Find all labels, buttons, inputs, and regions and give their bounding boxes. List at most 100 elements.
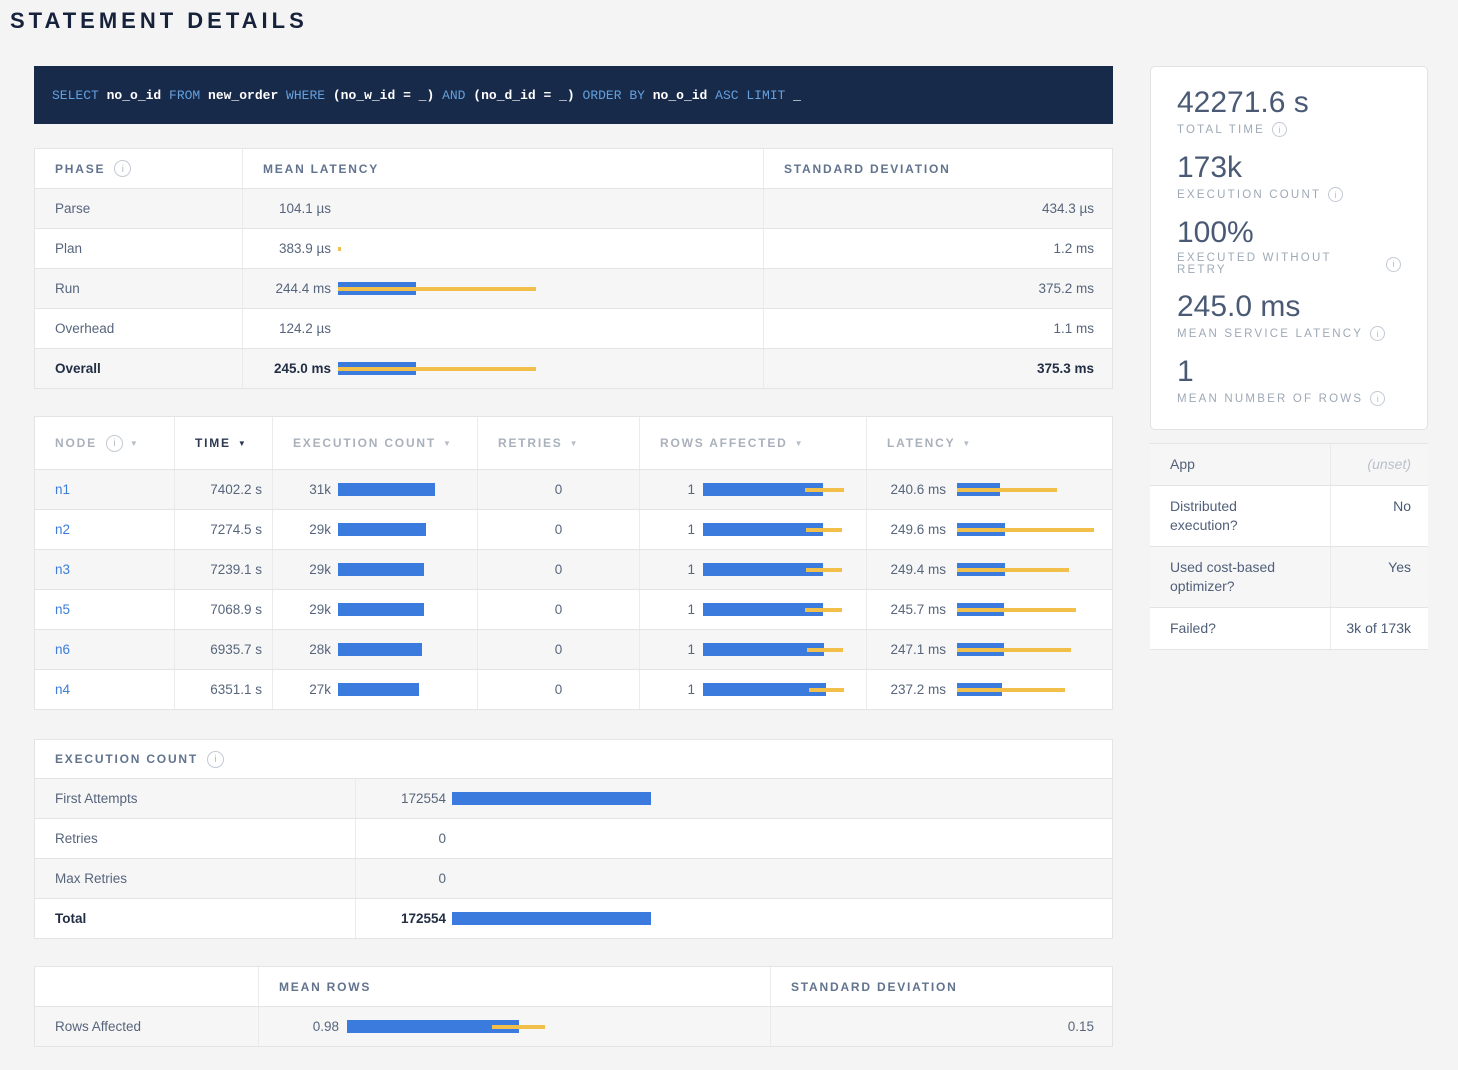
latency-bar-chart	[957, 562, 1097, 578]
phase-label: Overhead	[35, 309, 243, 348]
node-link[interactable]: n5	[55, 602, 70, 617]
rows-affected-column-header[interactable]: ROWS AFFECTED▼	[640, 417, 867, 469]
exec-count-bar-chart	[338, 522, 438, 538]
exec-row-label: Total	[35, 899, 356, 938]
exec-count-bar-chart	[338, 642, 438, 658]
node-rows-affected-value: 1	[640, 522, 695, 537]
node-link[interactable]: n3	[55, 562, 70, 577]
stat-label: EXECUTED WITHOUT RETRY	[1177, 252, 1379, 276]
phase-row-parse: Parse 104.1 µs 434.3 µs	[35, 189, 1112, 229]
phase-label: Overall	[35, 349, 243, 388]
phase-label: Plan	[35, 229, 243, 268]
time-column-header[interactable]: TIME▼	[175, 417, 273, 469]
side-column: 42271.6 s TOTAL TIMEi 173k EXECUTION COU…	[1150, 66, 1428, 1047]
std-dev-value: 1.1 ms	[764, 309, 1114, 348]
node-time-value: 7274.5 s	[175, 510, 273, 549]
node-link[interactable]: n6	[55, 642, 70, 657]
latency-bar-chart	[957, 602, 1097, 618]
exec-row-bar-chart	[452, 831, 652, 847]
mean-latency-column-header: MEAN LATENCY	[243, 149, 764, 188]
node-latency-value: 249.4 ms	[867, 562, 946, 577]
latency-bar-chart	[957, 482, 1097, 498]
node-rows-affected-value: 1	[640, 482, 695, 497]
phase-row-overall: Overall 245.0 ms 375.3 ms	[35, 349, 1112, 389]
rows-std-dev-value: 0.15	[771, 1007, 1114, 1046]
node-link[interactable]: n1	[55, 482, 70, 497]
node-latency-value: 247.1 ms	[867, 642, 946, 657]
node-time-value: 6351.1 s	[175, 670, 273, 709]
stat-value: 42271.6 s	[1177, 85, 1401, 121]
node-exec-count-value: 29k	[273, 522, 331, 537]
detail-row-app: App (unset)	[1150, 444, 1428, 486]
mean-latency-bar-chart	[338, 321, 538, 337]
phase-label: Parse	[35, 189, 243, 228]
sort-arrow-icon: ▼	[795, 439, 805, 448]
rows-affected-table: MEAN ROWS STANDARD DEVIATION Rows Affect…	[34, 966, 1113, 1047]
stat-value: 245.0 ms	[1177, 289, 1401, 325]
rows-affected-bar-chart	[703, 522, 845, 538]
sql-statement-bar: SELECT no_o_id FROM new_order WHERE (no_…	[34, 66, 1113, 124]
node-retries-value: 0	[478, 630, 640, 669]
mean-number-of-rows-info-icon[interactable]: i	[1370, 391, 1385, 406]
exec-row-label: First Attempts	[35, 779, 356, 818]
phase-column-header: PHASE i	[35, 149, 243, 188]
execution-count-info-icon[interactable]: i	[1328, 187, 1343, 202]
rows-affected-bar-chart	[703, 642, 845, 658]
node-row: n3 7239.1 s 29k 0 1 249.4 ms	[35, 550, 1112, 590]
detail-label: Distributed execution?	[1150, 486, 1330, 546]
sort-arrow-icon: ▼	[962, 439, 972, 448]
node-latency-value: 245.7 ms	[867, 602, 946, 617]
phase-info-icon[interactable]: i	[114, 160, 131, 177]
std-dev-value: 434.3 µs	[764, 189, 1114, 228]
stat-value: 173k	[1177, 150, 1401, 186]
main-column: SELECT no_o_id FROM new_order WHERE (no_…	[34, 66, 1113, 1047]
retries-column-header[interactable]: RETRIES ▼	[478, 417, 640, 469]
latency-column-header[interactable]: LATENCY▼	[867, 417, 1114, 469]
exec-row-retries: Retries 0	[35, 819, 1112, 859]
standard-deviation-column-header: STANDARD DEVIATION	[764, 149, 1114, 188]
node-column-header[interactable]: NODE i ▼	[35, 417, 175, 469]
exec-row-bar-chart	[452, 911, 652, 927]
exec-count-info-icon[interactable]: i	[207, 751, 224, 768]
mean-latency-value: 245.0 ms	[263, 361, 331, 376]
node-latency-value: 237.2 ms	[867, 682, 946, 697]
detail-value: (unset)	[1330, 444, 1427, 485]
stat-execution-count: 173k EXECUTION COUNTi	[1177, 150, 1401, 202]
detail-row-failed: Failed? 3k of 173k	[1150, 608, 1428, 650]
exec-row-bar-chart	[452, 791, 652, 807]
stat-executed-without-retry: 100% EXECUTED WITHOUT RETRYi	[1177, 215, 1401, 276]
node-table-header-row: NODE i ▼ TIME▼ EXECUTION COUNT▼ RETRIES ▼…	[35, 417, 1112, 470]
phase-table-header-row: PHASE i MEAN LATENCY STANDARD DEVIATION	[35, 149, 1112, 189]
exec-row-value: 0	[356, 871, 446, 886]
mean-latency-bar-chart	[338, 201, 538, 217]
executed-without-retry-info-icon[interactable]: i	[1386, 257, 1401, 272]
node-row: n6 6935.7 s 28k 0 1 247.1 ms	[35, 630, 1112, 670]
exec-row-value: 0	[356, 831, 446, 846]
node-link[interactable]: n2	[55, 522, 70, 537]
std-dev-header-label: STANDARD DEVIATION	[784, 162, 951, 176]
sort-arrow-icon: ▼	[570, 439, 580, 448]
node-rows-affected-value: 1	[640, 682, 695, 697]
node-retries-value: 0	[478, 470, 640, 509]
node-info-icon[interactable]: i	[106, 435, 123, 452]
mean-latency-value: 104.1 µs	[263, 201, 331, 216]
mean-rows-bar-chart	[347, 1019, 545, 1035]
rows-table-blank-header	[35, 967, 259, 1006]
phase-row-plan: Plan 383.9 µs 1.2 ms	[35, 229, 1112, 269]
execution-count-table: EXECUTION COUNT i First Attempts 172554 …	[34, 739, 1113, 939]
detail-value: 3k of 173k	[1330, 608, 1427, 649]
exec-count-bar-chart	[338, 562, 438, 578]
exec-row-max-retries: Max Retries 0	[35, 859, 1112, 899]
std-dev-value: 375.2 ms	[764, 269, 1114, 308]
mean-service-latency-info-icon[interactable]: i	[1370, 326, 1385, 341]
latency-bar-chart	[957, 682, 1097, 698]
mean-latency-bar-chart	[338, 241, 538, 257]
mean-latency-bar-chart	[338, 281, 538, 297]
total-time-info-icon[interactable]: i	[1272, 122, 1287, 137]
execution-count-column-header[interactable]: EXECUTION COUNT▼	[273, 417, 478, 469]
node-exec-count-value: 29k	[273, 562, 331, 577]
retries-header-label: RETRIES	[498, 436, 563, 450]
detail-label: Failed?	[1150, 608, 1330, 649]
node-link[interactable]: n4	[55, 682, 70, 697]
stat-mean-number-of-rows: 1 MEAN NUMBER OF ROWSi	[1177, 354, 1401, 406]
